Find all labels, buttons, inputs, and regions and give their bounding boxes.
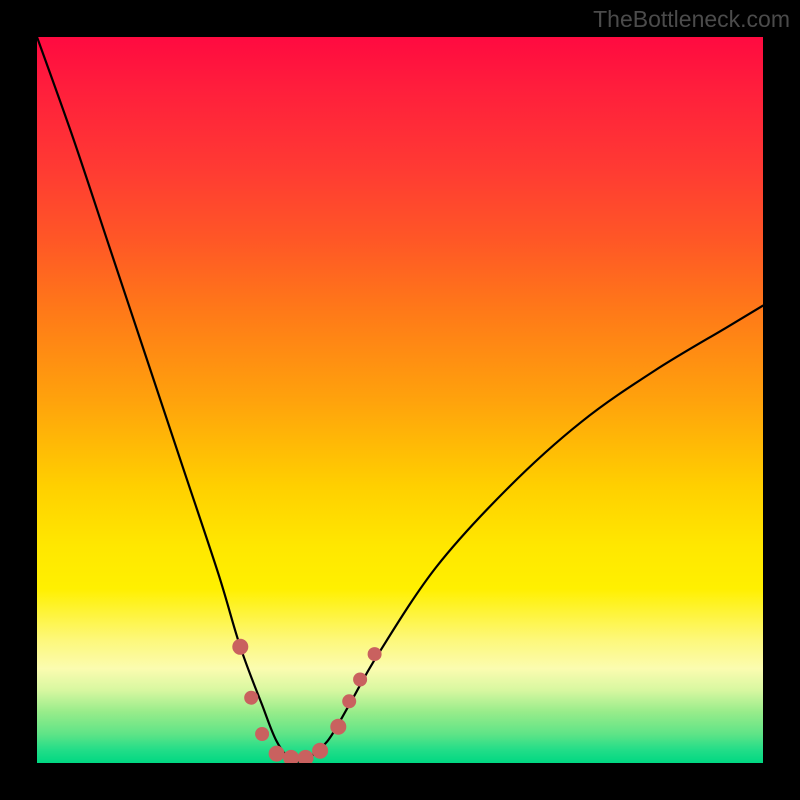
bead	[255, 727, 269, 741]
bead	[244, 691, 258, 705]
bead	[269, 746, 285, 762]
chart-canvas: TheBottleneck.com	[0, 0, 800, 800]
bead	[368, 647, 382, 661]
bead	[232, 639, 248, 655]
bead	[312, 743, 328, 759]
plot-area	[37, 37, 763, 763]
bead	[330, 719, 346, 735]
watermark: TheBottleneck.com	[593, 6, 790, 33]
bead	[342, 694, 356, 708]
bead	[353, 673, 367, 687]
curve-beads	[232, 639, 381, 763]
bead	[283, 750, 299, 763]
bead	[298, 750, 314, 763]
curve-layer	[37, 37, 763, 763]
bottleneck-curve	[37, 37, 763, 762]
